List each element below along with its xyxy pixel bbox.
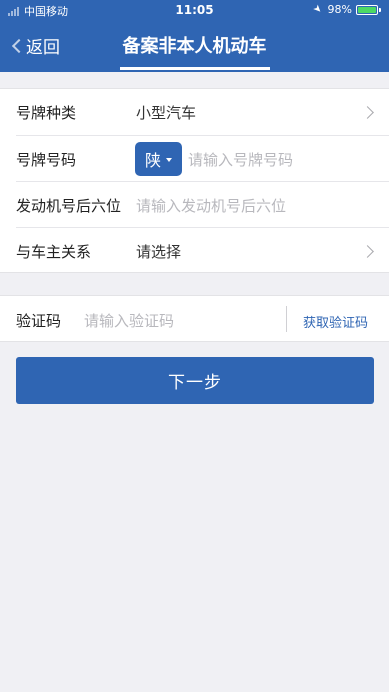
get-code-button[interactable]: 获取验证码 bbox=[303, 312, 368, 331]
relation-label: 与车主关系 bbox=[16, 242, 92, 261]
verify-code-input[interactable]: 请输入验证码 bbox=[84, 310, 174, 331]
engine-no-input[interactable]: 请输入发动机号后六位 bbox=[136, 195, 286, 216]
screen: 中国移动 11:05 ➤ 98% 返回 备案非本人机动车 号牌种类 小型汽车 号… bbox=[0, 0, 389, 692]
battery-icon bbox=[356, 4, 381, 15]
plate-number-row: 号牌号码 陕 请输入号牌号码 bbox=[0, 136, 389, 182]
plate-type-value: 小型汽车 bbox=[136, 103, 197, 122]
plate-type-label: 号牌种类 bbox=[16, 103, 77, 122]
engine-no-label: 发动机号后六位 bbox=[16, 196, 122, 215]
verify-row: 验证码 请输入验证码 获取验证码 bbox=[0, 295, 389, 342]
relation-value: 请选择 bbox=[136, 242, 182, 261]
status-right: ➤ 98% bbox=[310, 2, 381, 17]
battery-percent: 98% bbox=[327, 3, 352, 16]
page-title: 备案非本人机动车 bbox=[122, 36, 267, 57]
engine-no-row: 发动机号后六位 请输入发动机号后六位 bbox=[0, 182, 389, 228]
chevron-right-icon bbox=[361, 244, 374, 258]
verify-label: 验证码 bbox=[16, 312, 62, 330]
header: 中国移动 11:05 ➤ 98% 返回 备案非本人机动车 bbox=[0, 0, 389, 72]
plate-type-row[interactable]: 号牌种类 小型汽车 bbox=[0, 89, 389, 135]
relation-row[interactable]: 与车主关系 请选择 bbox=[0, 228, 389, 274]
caret-down-icon bbox=[166, 158, 172, 162]
next-button[interactable]: 下一步 bbox=[16, 357, 374, 404]
plate-number-input[interactable]: 请输入号牌号码 bbox=[188, 149, 293, 170]
province-value: 陕 bbox=[144, 151, 161, 170]
chevron-right-icon bbox=[361, 105, 374, 119]
location-icon: ➤ bbox=[310, 2, 325, 17]
vehicle-form: 号牌种类 小型汽车 号牌号码 陕 请输入号牌号码 发动机号后六位 请输入发动机号… bbox=[0, 88, 389, 273]
status-bar: 中国移动 11:05 ➤ 98% bbox=[0, 0, 389, 20]
separator bbox=[286, 306, 287, 332]
title-underline bbox=[120, 67, 270, 70]
province-select[interactable]: 陕 bbox=[135, 142, 182, 176]
plate-number-label: 号牌号码 bbox=[16, 150, 77, 169]
